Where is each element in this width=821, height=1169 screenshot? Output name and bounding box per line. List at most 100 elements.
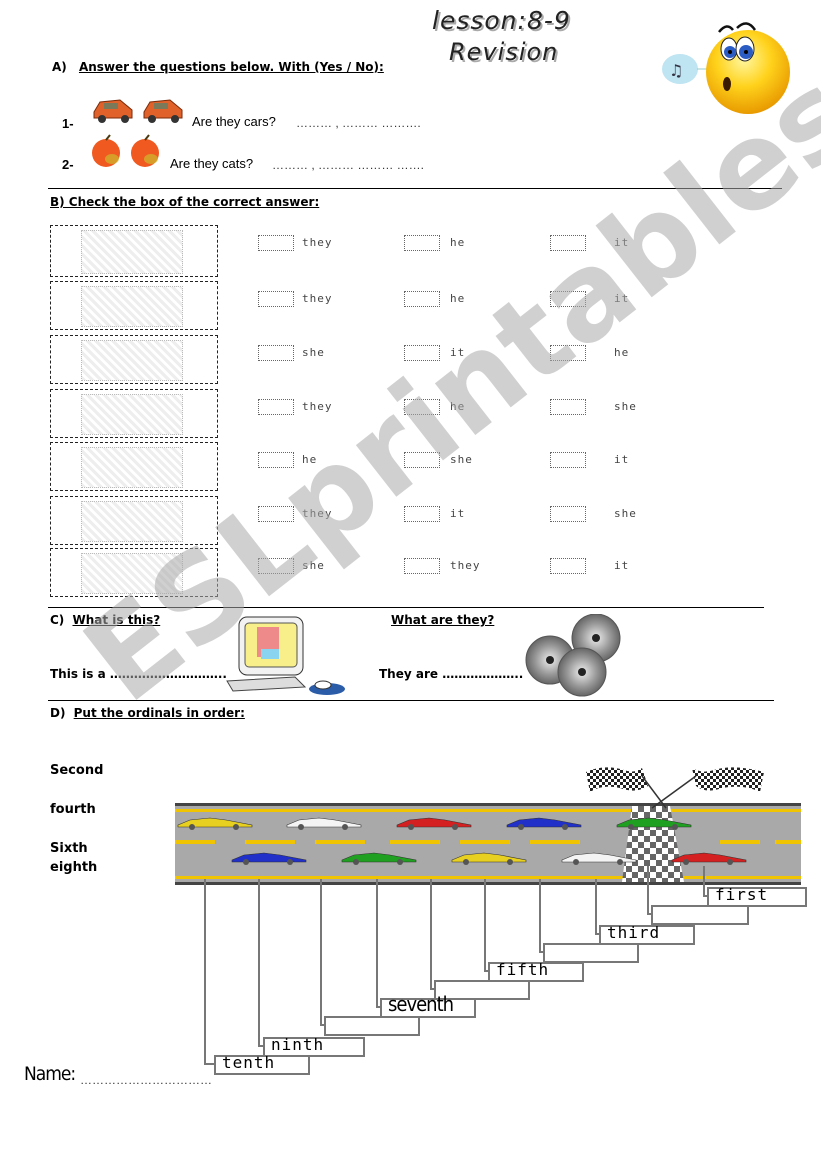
ordinal-answer-box[interactable]: tenth: [214, 1053, 310, 1075]
picture-icon: two-children: [81, 501, 183, 542]
answer-checkbox[interactable]: [404, 558, 440, 574]
race-car-icon: [505, 815, 583, 830]
answer-option-label: they: [450, 559, 481, 572]
ordinal-label: seventh: [388, 992, 454, 1016]
answer-option-label: it: [614, 453, 630, 466]
section-d-title: Put the ordinals in order:: [73, 706, 245, 720]
connector-line: [320, 879, 322, 1025]
apple-icon: [88, 133, 124, 169]
this-is-answer[interactable]: This is a ………………………..: [50, 667, 227, 681]
race-car-icon: [176, 815, 254, 830]
section-b-heading: B) Check the box of the correct answer:: [50, 195, 320, 209]
ordinal-answer-box[interactable]: [651, 905, 749, 925]
race-car-icon: [340, 850, 418, 865]
answer-checkbox[interactable]: [258, 235, 294, 251]
ordinal-label: first: [715, 885, 769, 904]
connector-line: [647, 866, 649, 914]
answer-checkbox[interactable]: [258, 399, 294, 415]
answer-option-label: she: [614, 400, 637, 413]
answer-checkbox[interactable]: [404, 399, 440, 415]
question-1-answer-blank[interactable]: ……… , ……… ……….: [296, 116, 421, 130]
answer-checkbox[interactable]: [550, 558, 586, 574]
answer-checkbox[interactable]: [550, 291, 586, 307]
ordinal-label: fifth: [496, 960, 550, 979]
section-a-prefix: A): [52, 60, 67, 74]
ordinal-answer-box[interactable]: [543, 943, 639, 963]
answer-option-label: it: [450, 346, 466, 359]
answer-option-label: they: [302, 292, 333, 305]
connector-line: [703, 866, 705, 896]
section-a-heading: A) Answer the questions below. With (Yes…: [52, 60, 384, 74]
answer-option-label: he: [450, 236, 466, 249]
svg-text:♫: ♫: [669, 61, 683, 80]
race-car-icon: [670, 850, 748, 865]
answer-option-label: they: [302, 400, 333, 413]
answer-checkbox[interactable]: [550, 452, 586, 468]
answer-checkbox[interactable]: [404, 235, 440, 251]
answer-option-label: it: [614, 559, 630, 572]
question-1-number: 1-: [62, 116, 74, 131]
answer-option-label: he: [302, 453, 318, 466]
section-c-heading: C) What is this?: [50, 613, 160, 627]
answer-checkbox[interactable]: [550, 345, 586, 361]
answer-checkbox[interactable]: [550, 399, 586, 415]
answer-checkbox[interactable]: [550, 506, 586, 522]
answer-option-label: she: [450, 453, 473, 466]
answer-option-label: she: [302, 559, 325, 572]
picture-box: group-of-children: [50, 389, 218, 438]
race-car-icon: [285, 815, 363, 830]
word-bank-item: eighth: [50, 860, 98, 875]
apple-icon: [127, 133, 163, 169]
answer-checkbox[interactable]: [404, 506, 440, 522]
they-are-answer[interactable]: They are ………………..: [379, 667, 523, 681]
answer-checkbox[interactable]: [258, 345, 294, 361]
question-2-answer-blank[interactable]: ……… , ……… ……… …….: [272, 158, 424, 172]
answer-option-label: it: [614, 292, 630, 305]
answer-checkbox[interactable]: [258, 291, 294, 307]
answer-option-label: they: [302, 236, 333, 249]
picture-icon: teddy-bear-with-flowers: [81, 447, 183, 488]
connector-line: [484, 879, 486, 971]
divider: [48, 700, 774, 701]
answer-checkbox[interactable]: [258, 506, 294, 522]
revision-title: Revision: [449, 38, 559, 66]
answer-checkbox[interactable]: [404, 452, 440, 468]
connector-stub: [204, 1063, 214, 1065]
section-a-title: Answer the questions below. With (Yes / …: [78, 60, 384, 74]
race-car-icon: [230, 850, 308, 865]
answer-option-label: it: [614, 236, 630, 249]
answer-checkbox[interactable]: [550, 235, 586, 251]
answer-checkbox[interactable]: [258, 558, 294, 574]
connector-line: [430, 879, 432, 989]
answer-checkbox[interactable]: [258, 452, 294, 468]
section-c-prefix: C): [50, 613, 65, 627]
car-icon: [90, 92, 136, 126]
section-c-heading-2: What are they?: [391, 613, 495, 627]
ordinal-label: third: [607, 923, 661, 942]
question-2-number: 2-: [62, 157, 74, 172]
answer-option-label: they: [302, 507, 333, 520]
picture-box: man-building-brick-wall: [50, 225, 218, 277]
section-c-title: What is this?: [72, 613, 161, 627]
ordinal-answer-box[interactable]: fifth: [488, 960, 584, 982]
connector-line: [258, 879, 260, 1046]
ordinal-answer-box[interactable]: ninth: [263, 1035, 365, 1057]
ordinal-answer-box[interactable]: first: [707, 885, 807, 907]
word-bank-item: fourth: [50, 802, 96, 817]
question-1-text: Are they cars?: [192, 114, 276, 129]
computer-icon: [225, 615, 350, 697]
word-bank-item: Second: [50, 763, 104, 778]
ordinal-answer-box[interactable]: [324, 1016, 420, 1036]
connector-line: [376, 879, 378, 1007]
word-bank-item: Sixth: [50, 841, 88, 856]
connector-line: [539, 879, 541, 952]
ordinal-answer-box[interactable]: third: [599, 923, 695, 945]
answer-checkbox[interactable]: [404, 345, 440, 361]
answer-checkbox[interactable]: [404, 291, 440, 307]
picture-box: two-children: [50, 496, 218, 545]
name-input[interactable]: ……………………………: [80, 1073, 212, 1087]
picture-box: ball: [50, 281, 218, 330]
ordinal-answer-box[interactable]: seventh: [380, 992, 476, 1018]
ordinal-label: tenth: [222, 1053, 276, 1072]
section-d-prefix: D): [50, 706, 66, 720]
